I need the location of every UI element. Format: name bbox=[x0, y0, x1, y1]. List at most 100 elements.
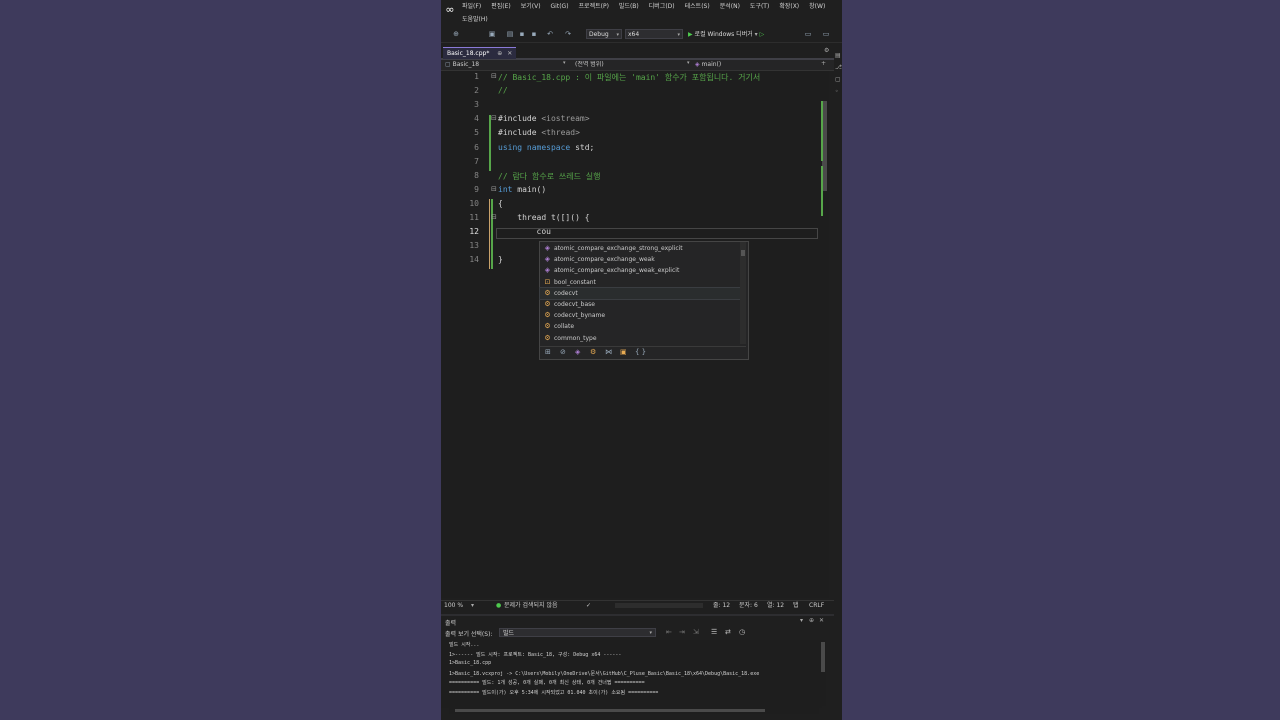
config-select[interactable]: Debug ▾ bbox=[586, 29, 622, 39]
platform-select[interactable]: x64 ▾ bbox=[625, 29, 683, 39]
intellisense-item[interactable]: ⚙ collate bbox=[540, 321, 740, 332]
output-panel-header: 출력 ▾ ⊕ ✕ bbox=[441, 614, 834, 628]
go-prev-icon[interactable]: ⇤ bbox=[666, 628, 672, 636]
filter-all-icon[interactable]: ⊞ bbox=[545, 348, 551, 356]
menu-item[interactable]: 창(W) bbox=[804, 0, 830, 14]
output-vertical-scrollbar[interactable] bbox=[820, 640, 826, 706]
filter-type-icon[interactable]: ▣ bbox=[620, 348, 627, 356]
intellisense-popup[interactable]: ◈ atomic_compare_exchange_strong_explicit… bbox=[539, 241, 749, 360]
tab-indicator[interactable]: 탭 bbox=[793, 601, 799, 611]
chevron-down-icon[interactable]: ▾ bbox=[800, 617, 803, 624]
go-last-icon[interactable]: ⇲ bbox=[693, 628, 699, 636]
save-all-icon[interactable]: ▪ bbox=[529, 29, 539, 40]
settings-gear-icon[interactable]: ⚙ bbox=[824, 47, 829, 54]
filter-namespace-icon[interactable]: ⊘ bbox=[560, 348, 566, 356]
solution-explorer-icon[interactable]: ▤ bbox=[835, 52, 841, 59]
start-debugging-button[interactable]: ▶ 로컬 Windows 디버거 ▾ ▷ bbox=[688, 29, 764, 40]
menu-item[interactable]: 빌드(B) bbox=[614, 0, 644, 14]
menu-item[interactable]: 도구(T) bbox=[745, 0, 774, 14]
intellisense-item[interactable]: ⚙ codecvt bbox=[539, 286, 741, 300]
intellisense-item[interactable]: ◈ atomic_compare_exchange_weak bbox=[540, 254, 740, 265]
scope-nav-select[interactable]: (전역 범위) bbox=[575, 61, 691, 69]
filter-class-icon[interactable]: ⚙ bbox=[590, 348, 596, 356]
scope-nav-value: (전역 범위) bbox=[575, 61, 604, 68]
menu-item[interactable]: 테스트(S) bbox=[680, 0, 715, 14]
go-next-icon[interactable]: ⇥ bbox=[679, 628, 685, 636]
member-nav-select[interactable]: ◈ main() bbox=[695, 61, 815, 69]
filter-macro-icon[interactable]: ⋈ bbox=[605, 348, 612, 356]
chevron-down-icon: ▾ bbox=[471, 602, 475, 609]
tab-basic-18-cpp[interactable]: Basic_18.cpp* ⊕ ✕ bbox=[443, 47, 517, 59]
open-folder-icon[interactable]: ▤ bbox=[505, 29, 515, 40]
menu-item-help[interactable]: 도움말(H) bbox=[457, 13, 493, 27]
notifications-icon[interactable]: ◦ bbox=[835, 88, 839, 95]
menu-item[interactable]: 프로젝트(P) bbox=[574, 0, 614, 14]
toolbar: ⊕ ▣ ▤ ▪ ▪ ↶ ↷ Debug ▾ x64 ▾ ▶ 로컬 Windows 디… bbox=[441, 28, 842, 43]
intellisense-item[interactable]: ⊡ bool_constant bbox=[540, 277, 740, 288]
intellisense-item[interactable]: ◈ atomic_compare_exchange_strong_explicit bbox=[540, 243, 740, 254]
clear-all-icon[interactable]: ☰ bbox=[711, 628, 717, 636]
eol-indicator[interactable]: CRLF bbox=[809, 601, 824, 611]
char-indicator[interactable]: 문자: 6 bbox=[739, 601, 758, 611]
status-scrollbar[interactable] bbox=[615, 603, 703, 608]
clock-icon[interactable]: ◷ bbox=[739, 628, 745, 636]
output-source-label: 출력 보기 선택(S): bbox=[445, 631, 493, 638]
intellisense-item[interactable]: ⚙ common_type bbox=[540, 333, 740, 344]
brush-icon[interactable]: ✓ bbox=[586, 601, 591, 611]
visual-studio-logo-icon[interactable]: ∞ bbox=[444, 4, 456, 16]
class-icon: ⚙ bbox=[544, 311, 551, 320]
visual-studio-window: ∞ 파일(F) 편집(E) 보기(V) Git(G) 프로젝트(P) 빌드(B) 디버그(D… bbox=[441, 0, 842, 720]
menu-item[interactable]: 디버그(D) bbox=[644, 0, 680, 14]
menu-item[interactable]: 확장(X) bbox=[774, 0, 804, 14]
fold-toggle-icon[interactable]: ⊟ bbox=[491, 185, 497, 193]
output-source-select[interactable]: 빌드 ▾ bbox=[499, 628, 656, 637]
git-changes-icon[interactable]: ⎇ bbox=[835, 64, 842, 71]
col-indicator[interactable]: 열: 12 bbox=[767, 601, 784, 611]
filter-method-icon[interactable]: ◈ bbox=[575, 348, 580, 356]
intellisense-item[interactable]: ⚙ codecvt_base bbox=[540, 299, 740, 310]
menu-item[interactable]: Git(G) bbox=[546, 0, 574, 14]
menu-item[interactable]: 보기(V) bbox=[516, 0, 546, 14]
issues-status[interactable]: 문제가 검색되지 않음 bbox=[504, 601, 558, 611]
menu-item[interactable]: 편집(E) bbox=[486, 0, 516, 14]
redo-icon[interactable]: ↷ bbox=[563, 29, 573, 40]
window-layout-icon[interactable]: ▭ bbox=[821, 29, 831, 40]
intellisense-item[interactable]: ⚙ codecvt_byname bbox=[540, 310, 740, 321]
code-editor[interactable]: 1 2 3 4 5 6 7 8 9 10 11 12 13 14 ⊟ ⊟ ⊟ ⊟ // Basic_18.… bbox=[441, 71, 821, 598]
popup-scrollbar[interactable] bbox=[740, 242, 746, 344]
function-icon: ◈ bbox=[544, 244, 551, 252]
pin-icon[interactable]: ⊕ bbox=[809, 617, 814, 624]
save-icon[interactable]: ▪ bbox=[517, 29, 527, 40]
menu-item[interactable]: 파일(F) bbox=[457, 0, 486, 14]
undo-icon[interactable]: ↶ bbox=[545, 29, 555, 40]
output-text[interactable]: 빌드 시작... 1>------ 빌드 시작: 프로젝트: Basic_18, … bbox=[441, 640, 826, 708]
intellisense-item[interactable]: ◈ atomic_compare_exchange_weak_explicit bbox=[540, 265, 740, 276]
live-share-icon[interactable]: ▭ bbox=[803, 29, 813, 40]
output-horizontal-scrollbar[interactable] bbox=[449, 708, 819, 714]
close-icon[interactable]: ✕ bbox=[507, 50, 512, 57]
fold-toggle-icon[interactable]: ⊟ bbox=[491, 114, 497, 122]
line-indicator[interactable]: 줄: 12 bbox=[713, 601, 730, 611]
word-wrap-icon[interactable]: ⇄ bbox=[725, 628, 731, 636]
editor-status-bar: 100 % ▾ ● 문제가 검색되지 않음 ✓ 줄: 12 문자: 6 열: 1… bbox=[441, 600, 834, 611]
properties-icon[interactable]: ▢ bbox=[835, 76, 841, 83]
fold-toggle-icon[interactable]: ⊟ bbox=[491, 72, 497, 80]
run-without-debug-icon: ▷ bbox=[759, 31, 765, 38]
document-tab-strip: Basic_18.cpp* ⊕ ✕ ⚙ bbox=[441, 46, 834, 60]
split-editor-icon[interactable]: + bbox=[821, 60, 826, 67]
new-project-icon[interactable]: ▣ bbox=[487, 29, 497, 40]
filter-snippet-icon[interactable]: { } bbox=[635, 348, 646, 356]
popup-scroll-thumb[interactable] bbox=[741, 250, 745, 256]
output-hscroll-thumb[interactable] bbox=[455, 709, 765, 712]
pin-icon[interactable]: ⊕ bbox=[497, 50, 502, 57]
zoom-level[interactable]: 100 % bbox=[444, 601, 463, 611]
project-nav-select[interactable]: ▢ Basic_18 bbox=[445, 61, 567, 69]
back-forward-icon[interactable]: ⊕ bbox=[451, 29, 461, 40]
code-token: } bbox=[498, 255, 503, 265]
close-icon[interactable]: ✕ bbox=[819, 617, 824, 624]
output-scroll-thumb[interactable] bbox=[821, 642, 825, 672]
menu-item[interactable]: 분석(N) bbox=[715, 0, 745, 14]
output-line: 1>Basic_18.vcxproj -> C:\Users\Mobily\On… bbox=[449, 670, 760, 677]
editor-vertical-scrollbar[interactable] bbox=[821, 71, 829, 598]
fold-toggle-icon[interactable]: ⊟ bbox=[491, 213, 497, 221]
